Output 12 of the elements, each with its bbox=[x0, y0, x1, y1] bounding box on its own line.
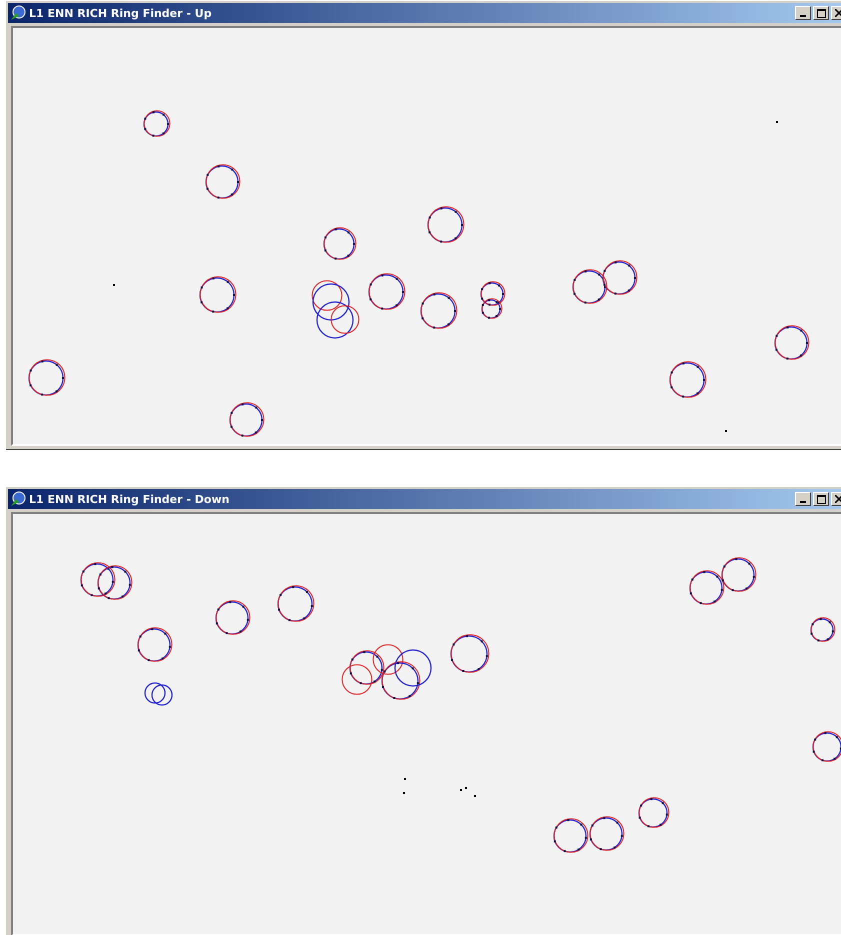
close-icon bbox=[835, 495, 841, 503]
minimize-button[interactable] bbox=[795, 492, 811, 506]
window-title: L1 ENN RICH Ring Finder - Down bbox=[29, 492, 230, 506]
close-icon bbox=[835, 9, 841, 17]
minimize-button[interactable] bbox=[795, 6, 811, 20]
maximize-button[interactable] bbox=[813, 6, 829, 20]
app-icon bbox=[10, 5, 26, 21]
maximize-icon bbox=[816, 8, 826, 18]
window-title: L1 ENN RICH Ring Finder - Up bbox=[29, 6, 213, 20]
app-icon bbox=[10, 491, 26, 507]
maximize-button[interactable] bbox=[813, 492, 829, 506]
maximize-icon bbox=[816, 494, 826, 504]
